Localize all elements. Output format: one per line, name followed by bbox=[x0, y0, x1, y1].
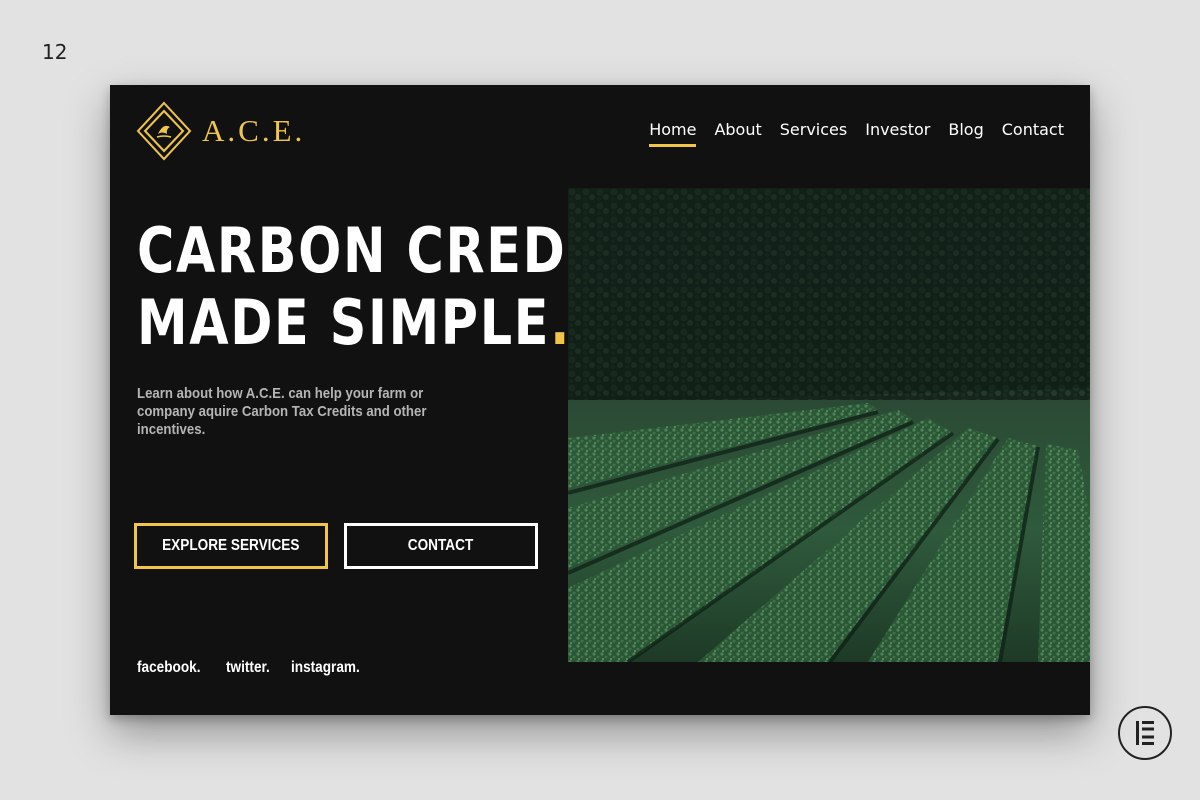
hero-subtitle: Learn about how A.C.E. can help your far… bbox=[137, 385, 427, 438]
social-instagram[interactable]: instagram. bbox=[291, 659, 360, 677]
diamond-logo-icon bbox=[136, 101, 192, 161]
main-nav: Home About Services Investor Blog Contac… bbox=[649, 120, 1064, 147]
nav-blog[interactable]: Blog bbox=[948, 120, 983, 145]
elementor-logo-icon bbox=[1118, 706, 1172, 760]
nav-home[interactable]: Home bbox=[649, 120, 697, 147]
nav-investor[interactable]: Investor bbox=[865, 120, 930, 145]
nav-about[interactable]: About bbox=[714, 120, 761, 145]
explore-services-label: EXPLORE SERVICES bbox=[162, 537, 300, 554]
tea-field-photo bbox=[568, 188, 1090, 662]
social-facebook[interactable]: facebook. bbox=[137, 659, 200, 677]
social-links: facebook. twitter. instagram. bbox=[137, 659, 372, 677]
nav-services[interactable]: Services bbox=[780, 120, 847, 145]
website-mockup: A.C.E. Home About Services Investor Blog… bbox=[110, 85, 1090, 715]
brand-name: A.C.E. bbox=[202, 113, 306, 148]
contact-button[interactable]: CONTACT bbox=[344, 523, 538, 569]
nav-contact[interactable]: Contact bbox=[1002, 120, 1064, 145]
contact-button-label: CONTACT bbox=[408, 537, 474, 554]
social-twitter[interactable]: twitter. bbox=[226, 659, 270, 677]
explore-services-button[interactable]: EXPLORE SERVICES bbox=[134, 523, 328, 569]
brand-logo[interactable]: A.C.E. bbox=[136, 101, 305, 161]
hero-title-line2: MADE SIMPLE bbox=[137, 286, 551, 359]
slide-number: 12 bbox=[42, 40, 68, 64]
